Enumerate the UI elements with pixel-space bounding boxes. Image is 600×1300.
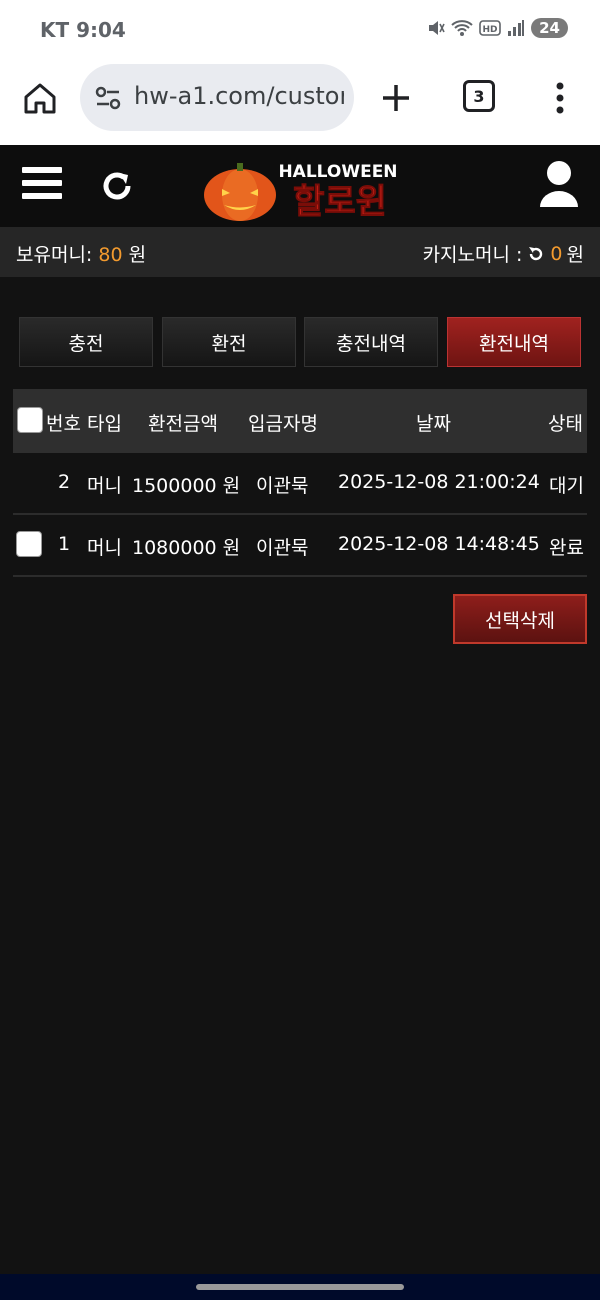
signal-icon	[508, 20, 525, 36]
delete-selected-button[interactable]: 선택삭제	[453, 594, 587, 644]
more-menu-icon[interactable]	[548, 80, 572, 116]
row-type: 머니	[87, 537, 122, 559]
home-icon[interactable]	[22, 80, 58, 116]
row-depositor: 이관묵	[256, 475, 309, 497]
url-text[interactable]: hw-a1.com/custor	[134, 82, 344, 110]
tab-charge-history[interactable]: 충전내역	[304, 317, 438, 367]
row-no: 2	[58, 471, 71, 493]
new-tab-icon[interactable]	[378, 80, 414, 116]
wifi-icon	[451, 20, 473, 36]
url-bar[interactable]: hw-a1.com/custor	[80, 64, 354, 131]
row-checkbox[interactable]	[16, 531, 42, 557]
mute-icon	[429, 21, 445, 35]
status-icons: HD 24	[427, 18, 568, 38]
tab-charge[interactable]: 충전	[19, 317, 153, 367]
row-status: 완료	[549, 537, 584, 559]
table-row: 2 머니 1500000 원 이관묵 2025-12-08 21:00:24 대…	[13, 453, 587, 515]
pumpkin-logo-icon: HALLOWEEN 할로윈	[204, 162, 398, 223]
header-date: 날짜	[416, 413, 451, 435]
header-no: 번호	[46, 413, 81, 435]
balance-bar: 보유머니: 80 원 카지노머니 : 0 원	[0, 227, 600, 277]
site-header: HALLOWEEN 할로윈	[0, 145, 600, 227]
row-amount: 1500000 원	[132, 475, 241, 497]
user-profile-icon[interactable]	[538, 159, 580, 209]
table-row: 1 머니 1080000 원 이관묵 2025-12-08 14:48:45 완…	[13, 515, 587, 577]
logo-main-text: 할로윈	[293, 182, 387, 222]
header-type: 타입	[87, 413, 122, 435]
casino-unit: 원	[566, 244, 584, 266]
hd-icon: HD	[479, 20, 501, 36]
browser-toolbar: hw-a1.com/custor 3	[0, 60, 600, 145]
site-settings-icon[interactable]	[94, 84, 122, 112]
holding-unit: 원	[128, 244, 147, 266]
site-logo[interactable]: HALLOWEEN 할로윈	[200, 153, 402, 223]
tab-exchange[interactable]: 환전	[162, 317, 296, 367]
tab-exchange-history[interactable]: 환전내역	[447, 317, 581, 367]
status-time: KT 9:04	[40, 18, 126, 42]
casino-amount: 0	[550, 242, 563, 265]
row-type: 머니	[87, 475, 122, 497]
row-amount: 1080000 원	[132, 537, 241, 559]
header-amount: 환전금액	[148, 413, 218, 435]
casino-refresh-icon[interactable]	[526, 244, 546, 264]
row-date: 2025-12-08 21:00:24	[338, 471, 540, 493]
header-status: 상태	[548, 413, 583, 435]
casino-money: 카지노머니 : 0 원	[423, 240, 584, 267]
hamburger-menu-icon[interactable]	[22, 167, 62, 203]
refresh-icon[interactable]	[98, 167, 136, 205]
holding-label: 보유머니:	[16, 244, 93, 266]
holding-money: 보유머니: 80 원	[16, 240, 146, 267]
header-depositor: 입금자명	[248, 413, 318, 435]
tab-switcher-button[interactable]: 3	[463, 80, 495, 112]
casino-label: 카지노머니 :	[422, 244, 523, 266]
row-no: 1	[58, 533, 71, 555]
row-date: 2025-12-08 14:48:45	[338, 533, 540, 555]
row-status: 대기	[549, 475, 584, 497]
svg-text:HD: HD	[483, 25, 498, 35]
system-nav-bar	[0, 1274, 600, 1300]
table-header: 번호 타입 환전금액 입금자명 날짜 상태	[13, 389, 587, 453]
gesture-handle[interactable]	[196, 1284, 404, 1290]
select-all-checkbox[interactable]	[17, 407, 43, 433]
battery-level: 24	[531, 18, 568, 38]
row-depositor: 이관묵	[256, 537, 309, 559]
status-bar: KT 9:04 HD 24	[0, 0, 600, 60]
logo-top-text: HALLOWEEN	[278, 162, 397, 182]
holding-amount: 80	[98, 244, 123, 266]
